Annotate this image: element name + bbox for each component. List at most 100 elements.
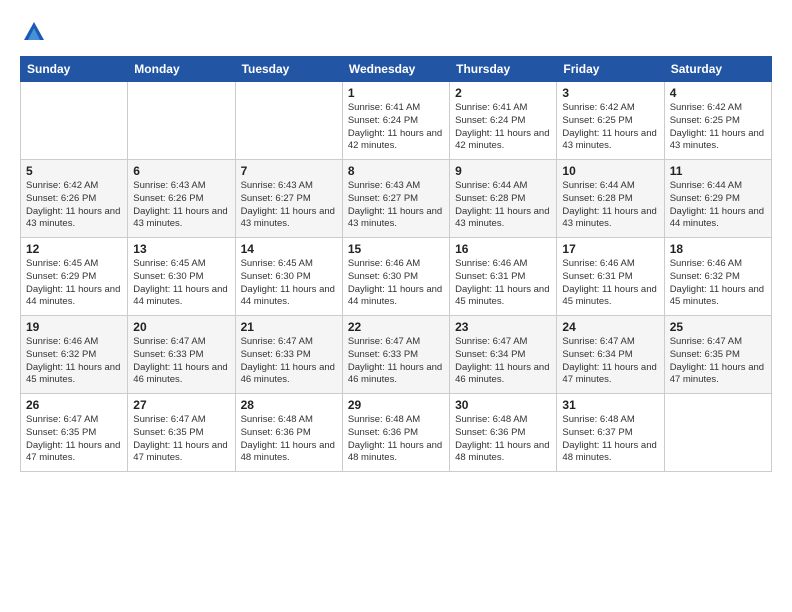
day-number: 8 bbox=[348, 164, 444, 178]
day-info: Sunrise: 6:46 AM Sunset: 6:31 PM Dayligh… bbox=[562, 258, 658, 309]
day-cell bbox=[235, 82, 342, 160]
day-cell: 17 Sunrise: 6:46 AM Sunset: 6:31 PM Dayli… bbox=[557, 238, 664, 316]
day-info: Sunrise: 6:42 AM Sunset: 6:25 PM Dayligh… bbox=[562, 102, 658, 153]
week-row-4: 19 Sunrise: 6:46 AM Sunset: 6:32 PM Dayli… bbox=[21, 316, 772, 394]
day-number: 20 bbox=[133, 320, 229, 334]
day-number: 5 bbox=[26, 164, 122, 178]
day-cell: 4Sunrise: 6:42 AM Sunset: 6:25 PM Daylig… bbox=[664, 82, 771, 160]
day-info: Sunrise: 6:48 AM Sunset: 6:37 PM Dayligh… bbox=[562, 414, 658, 465]
day-info: Sunrise: 6:44 AM Sunset: 6:28 PM Dayligh… bbox=[455, 180, 551, 231]
day-number: 23 bbox=[455, 320, 551, 334]
day-cell: 26 Sunrise: 6:47 AM Sunset: 6:35 PM Dayli… bbox=[21, 394, 128, 472]
day-info: Sunrise: 6:46 AM Sunset: 6:32 PM Dayligh… bbox=[670, 258, 766, 309]
weekday-header-monday: Monday bbox=[128, 57, 235, 82]
logo bbox=[20, 18, 52, 46]
day-cell: 20 Sunrise: 6:47 AM Sunset: 6:33 PM Dayli… bbox=[128, 316, 235, 394]
day-info: Sunrise: 6:43 AM Sunset: 6:27 PM Dayligh… bbox=[348, 180, 444, 231]
day-info: Sunrise: 6:47 AM Sunset: 6:33 PM Dayligh… bbox=[133, 336, 229, 387]
day-number: 25 bbox=[670, 320, 766, 334]
day-number: 10 bbox=[562, 164, 658, 178]
week-row-3: 12 Sunrise: 6:45 AM Sunset: 6:29 PM Dayli… bbox=[21, 238, 772, 316]
day-cell: 3 Sunrise: 6:42 AM Sunset: 6:25 PM Daylig… bbox=[557, 82, 664, 160]
day-number: 28 bbox=[241, 398, 337, 412]
day-number: 22 bbox=[348, 320, 444, 334]
day-cell: 11 Sunrise: 6:44 AM Sunset: 6:29 PM Dayli… bbox=[664, 160, 771, 238]
day-cell: 30Sunrise: 6:48 AM Sunset: 6:36 PM Dayli… bbox=[450, 394, 557, 472]
day-info: Sunrise: 6:43 AM Sunset: 6:26 PM Dayligh… bbox=[133, 180, 229, 231]
week-row-1: 1Sunrise: 6:41 AM Sunset: 6:24 PM Daylig… bbox=[21, 82, 772, 160]
day-info: Sunrise: 6:45 AM Sunset: 6:29 PM Dayligh… bbox=[26, 258, 122, 309]
week-row-2: 5 Sunrise: 6:42 AM Sunset: 6:26 PM Daylig… bbox=[21, 160, 772, 238]
calendar: SundayMondayTuesdayWednesdayThursdayFrid… bbox=[20, 56, 772, 472]
day-info: Sunrise: 6:48 AM Sunset: 6:36 PM Dayligh… bbox=[455, 414, 551, 465]
day-cell bbox=[21, 82, 128, 160]
day-number: 11 bbox=[670, 164, 766, 178]
day-number: 2 bbox=[455, 86, 551, 100]
day-info: Sunrise: 6:44 AM Sunset: 6:29 PM Dayligh… bbox=[670, 180, 766, 231]
day-number: 18 bbox=[670, 242, 766, 256]
day-cell: 15Sunrise: 6:46 AM Sunset: 6:30 PM Dayli… bbox=[342, 238, 449, 316]
day-number: 7 bbox=[241, 164, 337, 178]
weekday-header-saturday: Saturday bbox=[664, 57, 771, 82]
day-info: Sunrise: 6:45 AM Sunset: 6:30 PM Dayligh… bbox=[133, 258, 229, 309]
day-cell: 14 Sunrise: 6:45 AM Sunset: 6:30 PM Dayli… bbox=[235, 238, 342, 316]
day-info: Sunrise: 6:47 AM Sunset: 6:35 PM Dayligh… bbox=[670, 336, 766, 387]
day-info: Sunrise: 6:46 AM Sunset: 6:32 PM Dayligh… bbox=[26, 336, 122, 387]
day-number: 12 bbox=[26, 242, 122, 256]
day-number: 17 bbox=[562, 242, 658, 256]
weekday-header-row: SundayMondayTuesdayWednesdayThursdayFrid… bbox=[21, 57, 772, 82]
day-info: Sunrise: 6:45 AM Sunset: 6:30 PM Dayligh… bbox=[241, 258, 337, 309]
day-info: Sunrise: 6:47 AM Sunset: 6:35 PM Dayligh… bbox=[26, 414, 122, 465]
day-info: Sunrise: 6:48 AM Sunset: 6:36 PM Dayligh… bbox=[348, 414, 444, 465]
day-cell: 29Sunrise: 6:48 AM Sunset: 6:36 PM Dayli… bbox=[342, 394, 449, 472]
day-cell: 9 Sunrise: 6:44 AM Sunset: 6:28 PM Daylig… bbox=[450, 160, 557, 238]
day-cell: 25 Sunrise: 6:47 AM Sunset: 6:35 PM Dayli… bbox=[664, 316, 771, 394]
week-row-5: 26 Sunrise: 6:47 AM Sunset: 6:35 PM Dayli… bbox=[21, 394, 772, 472]
day-number: 24 bbox=[562, 320, 658, 334]
day-number: 19 bbox=[26, 320, 122, 334]
weekday-header-wednesday: Wednesday bbox=[342, 57, 449, 82]
day-cell bbox=[128, 82, 235, 160]
day-number: 27 bbox=[133, 398, 229, 412]
day-cell: 28 Sunrise: 6:48 AM Sunset: 6:36 PM Dayli… bbox=[235, 394, 342, 472]
day-number: 21 bbox=[241, 320, 337, 334]
weekday-header-thursday: Thursday bbox=[450, 57, 557, 82]
day-cell: 21Sunrise: 6:47 AM Sunset: 6:33 PM Dayli… bbox=[235, 316, 342, 394]
day-cell: 13 Sunrise: 6:45 AM Sunset: 6:30 PM Dayli… bbox=[128, 238, 235, 316]
day-info: Sunrise: 6:47 AM Sunset: 6:34 PM Dayligh… bbox=[455, 336, 551, 387]
day-number: 13 bbox=[133, 242, 229, 256]
day-info: Sunrise: 6:43 AM Sunset: 6:27 PM Dayligh… bbox=[241, 180, 337, 231]
day-cell: 6 Sunrise: 6:43 AM Sunset: 6:26 PM Daylig… bbox=[128, 160, 235, 238]
day-number: 6 bbox=[133, 164, 229, 178]
day-number: 31 bbox=[562, 398, 658, 412]
day-info: Sunrise: 6:41 AM Sunset: 6:24 PM Dayligh… bbox=[455, 102, 551, 153]
day-info: Sunrise: 6:47 AM Sunset: 6:33 PM Dayligh… bbox=[348, 336, 444, 387]
day-number: 3 bbox=[562, 86, 658, 100]
day-cell bbox=[664, 394, 771, 472]
page: SundayMondayTuesdayWednesdayThursdayFrid… bbox=[0, 0, 792, 482]
day-info: Sunrise: 6:42 AM Sunset: 6:26 PM Dayligh… bbox=[26, 180, 122, 231]
day-info: Sunrise: 6:46 AM Sunset: 6:30 PM Dayligh… bbox=[348, 258, 444, 309]
day-cell: 7 Sunrise: 6:43 AM Sunset: 6:27 PM Daylig… bbox=[235, 160, 342, 238]
day-number: 26 bbox=[26, 398, 122, 412]
day-cell: 19 Sunrise: 6:46 AM Sunset: 6:32 PM Dayli… bbox=[21, 316, 128, 394]
weekday-header-tuesday: Tuesday bbox=[235, 57, 342, 82]
day-cell: 22 Sunrise: 6:47 AM Sunset: 6:33 PM Dayli… bbox=[342, 316, 449, 394]
day-cell: 23 Sunrise: 6:47 AM Sunset: 6:34 PM Dayli… bbox=[450, 316, 557, 394]
day-cell: 18 Sunrise: 6:46 AM Sunset: 6:32 PM Dayli… bbox=[664, 238, 771, 316]
day-cell: 2 Sunrise: 6:41 AM Sunset: 6:24 PM Daylig… bbox=[450, 82, 557, 160]
day-number: 9 bbox=[455, 164, 551, 178]
day-cell: 12 Sunrise: 6:45 AM Sunset: 6:29 PM Dayli… bbox=[21, 238, 128, 316]
day-info: Sunrise: 6:47 AM Sunset: 6:34 PM Dayligh… bbox=[562, 336, 658, 387]
logo-icon bbox=[20, 18, 48, 46]
day-info: Sunrise: 6:42 AM Sunset: 6:25 PM Dayligh… bbox=[670, 102, 766, 153]
day-number: 14 bbox=[241, 242, 337, 256]
day-cell: 24 Sunrise: 6:47 AM Sunset: 6:34 PM Dayli… bbox=[557, 316, 664, 394]
day-number: 16 bbox=[455, 242, 551, 256]
day-cell: 31 Sunrise: 6:48 AM Sunset: 6:37 PM Dayli… bbox=[557, 394, 664, 472]
day-info: Sunrise: 6:41 AM Sunset: 6:24 PM Dayligh… bbox=[348, 102, 444, 153]
weekday-header-friday: Friday bbox=[557, 57, 664, 82]
day-cell: 5 Sunrise: 6:42 AM Sunset: 6:26 PM Daylig… bbox=[21, 160, 128, 238]
day-cell: 1Sunrise: 6:41 AM Sunset: 6:24 PM Daylig… bbox=[342, 82, 449, 160]
day-info: Sunrise: 6:48 AM Sunset: 6:36 PM Dayligh… bbox=[241, 414, 337, 465]
